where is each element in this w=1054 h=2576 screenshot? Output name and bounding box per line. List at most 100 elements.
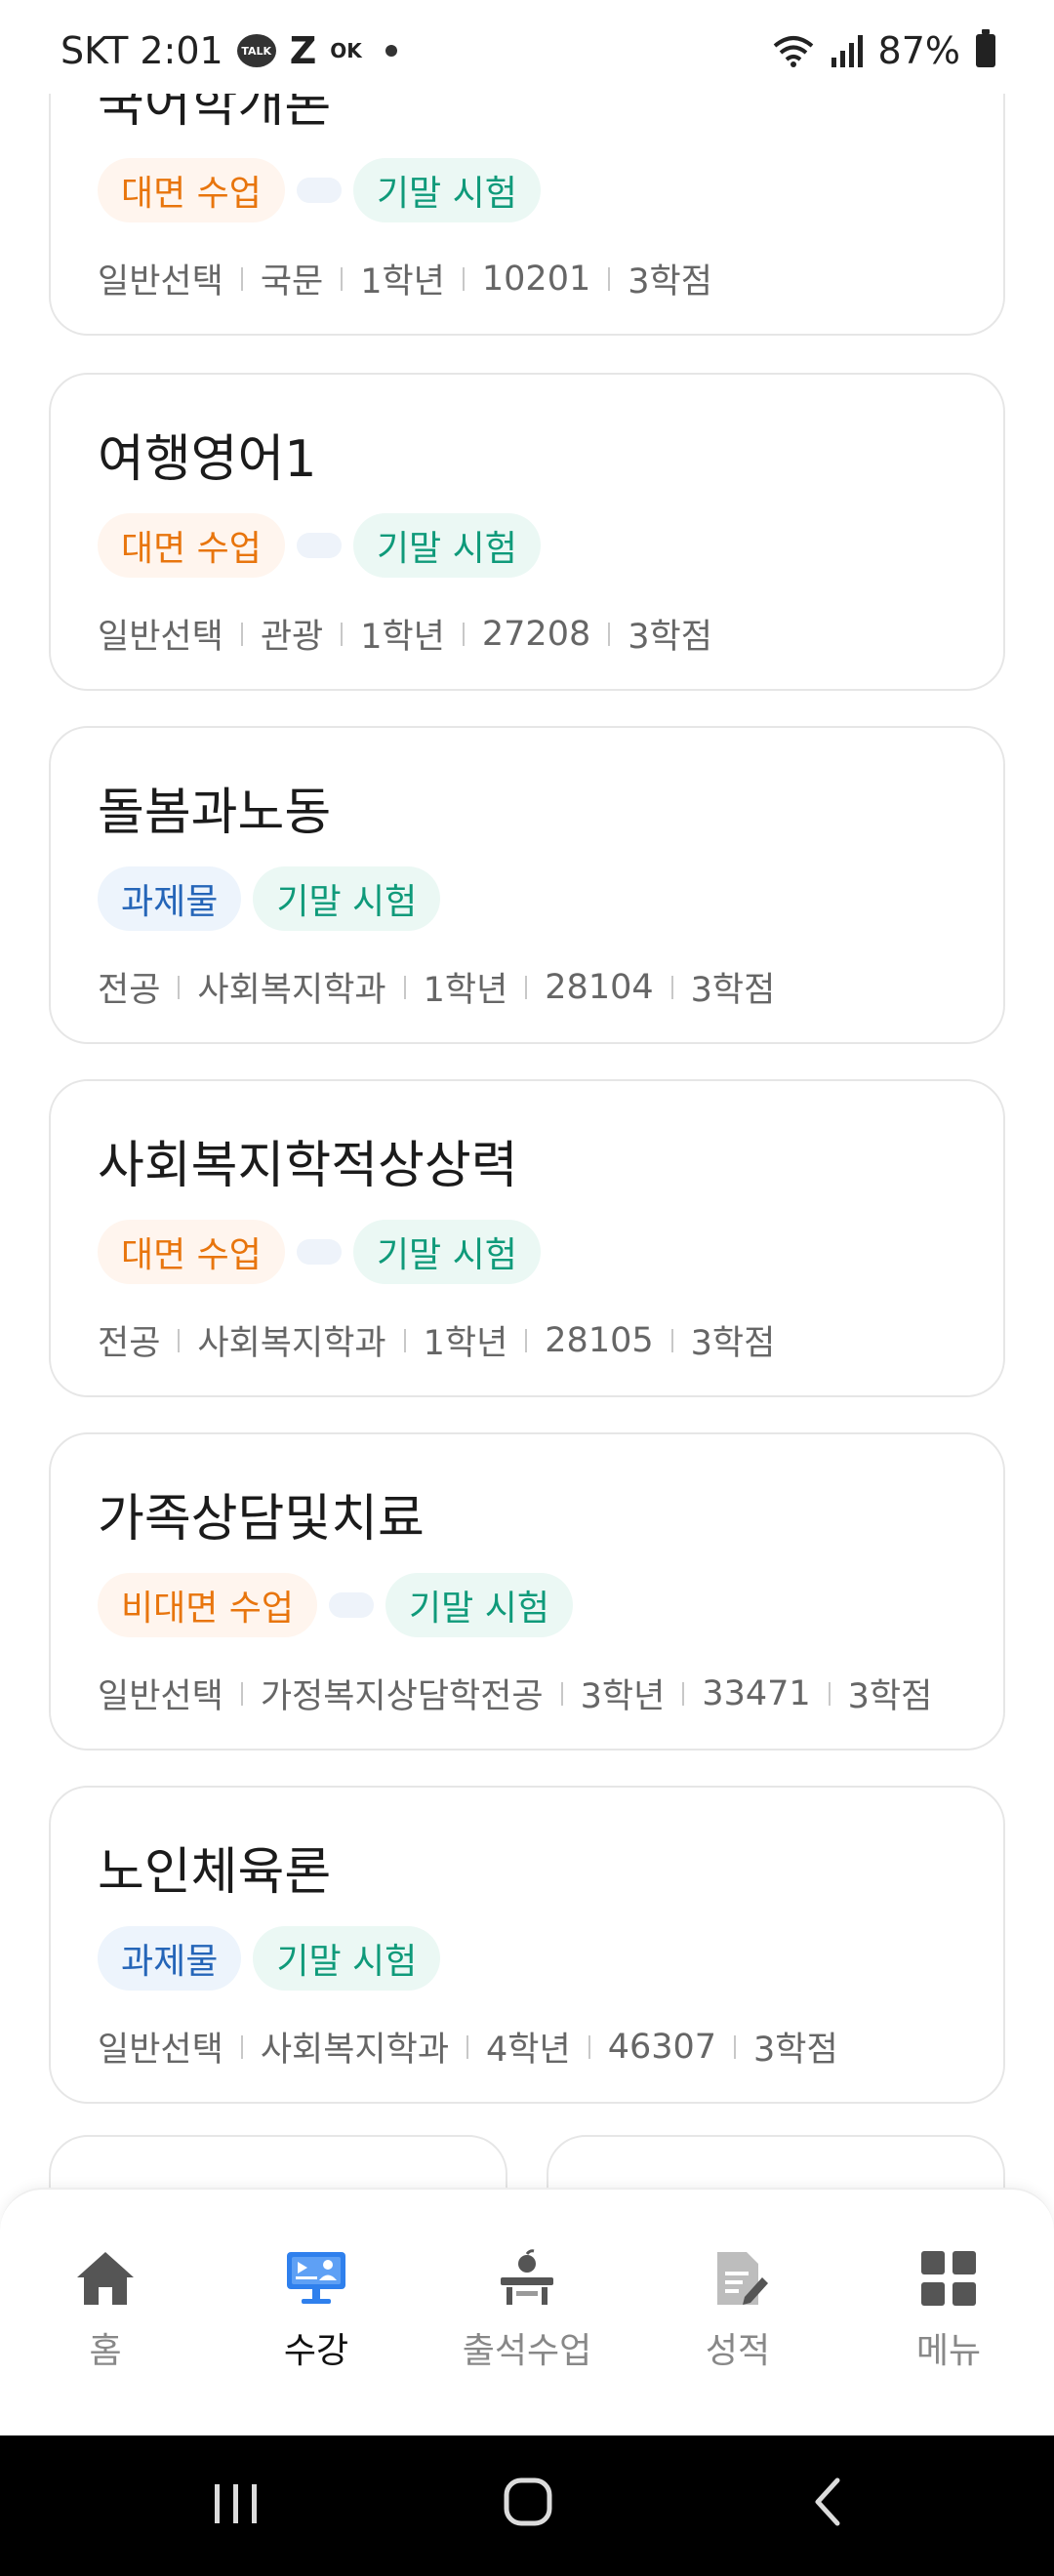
attendance-class-icon (501, 2249, 553, 2305)
bottom-nav: 홈 수강 출석수업 성적 메뉴 (0, 2188, 1054, 2435)
grades-icon (717, 2252, 768, 2305)
status-bar-right: 87% (773, 29, 995, 72)
meta-divider (466, 2034, 469, 2059)
nav-label: 메뉴 (915, 2331, 982, 2371)
battery-icon (976, 29, 995, 67)
meta-divider (178, 1328, 181, 1352)
course-tags: 비대면 수업 기말 시험 (98, 1573, 573, 1637)
meta-divider (670, 975, 673, 999)
course-year: 1학년 (360, 618, 445, 657)
course-department: 가정복지상담학전공 (260, 1677, 544, 1716)
course-department: 국문 (260, 262, 324, 302)
course-category: 전공 (98, 971, 161, 1010)
meta-divider (403, 1328, 406, 1352)
meta-divider (178, 975, 181, 999)
course-card[interactable]: 가족상담및치료 비대면 수업 기말 시험 일반선택 가정복지상담학전공 3학년 … (49, 1432, 1005, 1751)
home-icon (77, 2252, 134, 2305)
meta-divider (682, 1681, 685, 1706)
delivery-tag: 대면 수업 (98, 513, 285, 578)
course-year: 3학년 (580, 1677, 666, 1716)
menu-grid-icon (921, 2251, 976, 2306)
status-bar: SKT 2:01 TALK Z OK 87% (0, 0, 1054, 94)
meta-divider (560, 1681, 563, 1706)
empty-tag (296, 1239, 342, 1265)
carrier-time: SKT 2:01 (61, 29, 223, 72)
course-credits: 3학점 (753, 2031, 838, 2070)
exam-tag: 기말 시험 (253, 1926, 441, 1991)
course-card[interactable]: 여행영어1 대면 수업 기말 시험 일반선택 관광 1학년 27208 3학점 (49, 373, 1005, 691)
home-button-icon[interactable] (502, 2471, 556, 2533)
course-credits: 3학점 (847, 1677, 933, 1716)
assignment-tag: 과제물 (98, 866, 242, 931)
course-tags: 대면 수업 기말 시험 (98, 513, 541, 578)
wifi-icon (773, 36, 813, 67)
course-tags: 과제물 기말 시험 (98, 866, 441, 931)
ok-icon: OK (330, 39, 362, 62)
course-meta: 일반선택 가정복지상담학전공 3학년 33471 3학점 (98, 1669, 932, 1718)
assignment-tag: 과제물 (98, 1926, 242, 1991)
course-card[interactable]: 돌봄과노동 과제물 기말 시험 전공 사회복지학과 1학년 28104 3학점 (49, 726, 1005, 1044)
course-card[interactable]: 노인체육론 과제물 기말 시험 일반선택 사회복지학과 4학년 46307 3학… (49, 1786, 1005, 2104)
course-code: 33471 (702, 1673, 811, 1713)
meta-divider (588, 2034, 590, 2059)
system-nav-bar (0, 2435, 1054, 2576)
exam-tag: 기말 시험 (253, 866, 441, 931)
nav-lecture[interactable]: 수강 (211, 2248, 422, 2373)
course-title: 돌봄과노동 (98, 784, 332, 842)
course-meta: 일반선택 관광 1학년 27208 3학점 (98, 609, 712, 659)
course-category: 일반선택 (98, 2031, 223, 2070)
back-icon[interactable] (806, 2471, 849, 2533)
course-category: 전공 (98, 1324, 161, 1363)
meta-divider (828, 1681, 831, 1706)
course-title: 여행영어1 (98, 430, 317, 489)
course-category: 일반선택 (98, 618, 223, 657)
course-meta: 일반선택 사회복지학과 4학년 46307 3학점 (98, 2022, 838, 2072)
course-meta: 전공 사회복지학과 1학년 28105 3학점 (98, 1315, 775, 1365)
nav-label: 홈 (89, 2331, 122, 2371)
battery-percent: 87% (877, 29, 960, 72)
signal-icon (831, 35, 863, 67)
nav-label: 성적 (705, 2331, 771, 2371)
nav-attendance-class[interactable]: 출석수업 (422, 2248, 632, 2373)
course-tags: 대면 수업 기말 시험 (98, 158, 541, 222)
meta-divider (341, 266, 344, 291)
status-bar-left: SKT 2:01 TALK Z OK (61, 29, 397, 72)
meta-divider (240, 1681, 243, 1706)
meta-divider (608, 622, 611, 646)
nav-label: 출석수업 (462, 2331, 592, 2371)
meta-divider (525, 975, 528, 999)
course-tags: 대면 수업 기말 시험 (98, 1220, 541, 1284)
nav-label: 수강 (283, 2331, 349, 2371)
meta-divider (734, 2034, 737, 2059)
course-year: 1학년 (423, 971, 508, 1010)
empty-tag (329, 1592, 375, 1618)
meta-divider (462, 622, 465, 646)
meta-divider (240, 266, 243, 291)
nav-menu[interactable]: 메뉴 (843, 2248, 1054, 2373)
course-code: 28104 (545, 967, 654, 1007)
course-code: 27208 (481, 614, 591, 654)
course-year: 1학년 (360, 262, 445, 302)
course-title: 가족상담및치료 (98, 1490, 425, 1549)
meta-divider (240, 2034, 243, 2059)
nav-grades[interactable]: 성적 (632, 2248, 843, 2373)
course-meta: 전공 사회복지학과 1학년 28104 3학점 (98, 962, 775, 1012)
course-code: 28105 (545, 1320, 654, 1360)
course-category: 일반선택 (98, 262, 223, 302)
meta-divider (341, 622, 344, 646)
course-card[interactable]: 사회복지학적상상력 대면 수업 기말 시험 전공 사회복지학과 1학년 2810… (49, 1079, 1005, 1397)
nav-home[interactable]: 홈 (0, 2248, 211, 2373)
notification-dot-icon (385, 45, 397, 57)
exam-tag: 기말 시험 (352, 513, 541, 578)
course-title: 노인체육론 (98, 1843, 332, 1902)
delivery-tag: 대면 수업 (98, 158, 285, 222)
recent-apps-icon[interactable] (211, 2471, 262, 2533)
course-title: 사회복지학적상상력 (98, 1137, 518, 1195)
meta-divider (608, 266, 611, 291)
course-tags: 과제물 기말 시험 (98, 1926, 441, 1991)
exam-tag: 기말 시험 (352, 1220, 541, 1284)
course-department: 관광 (260, 618, 324, 657)
meta-divider (525, 1328, 528, 1352)
kakaotalk-icon: TALK (236, 34, 276, 67)
course-department: 사회복지학과 (197, 1324, 386, 1363)
